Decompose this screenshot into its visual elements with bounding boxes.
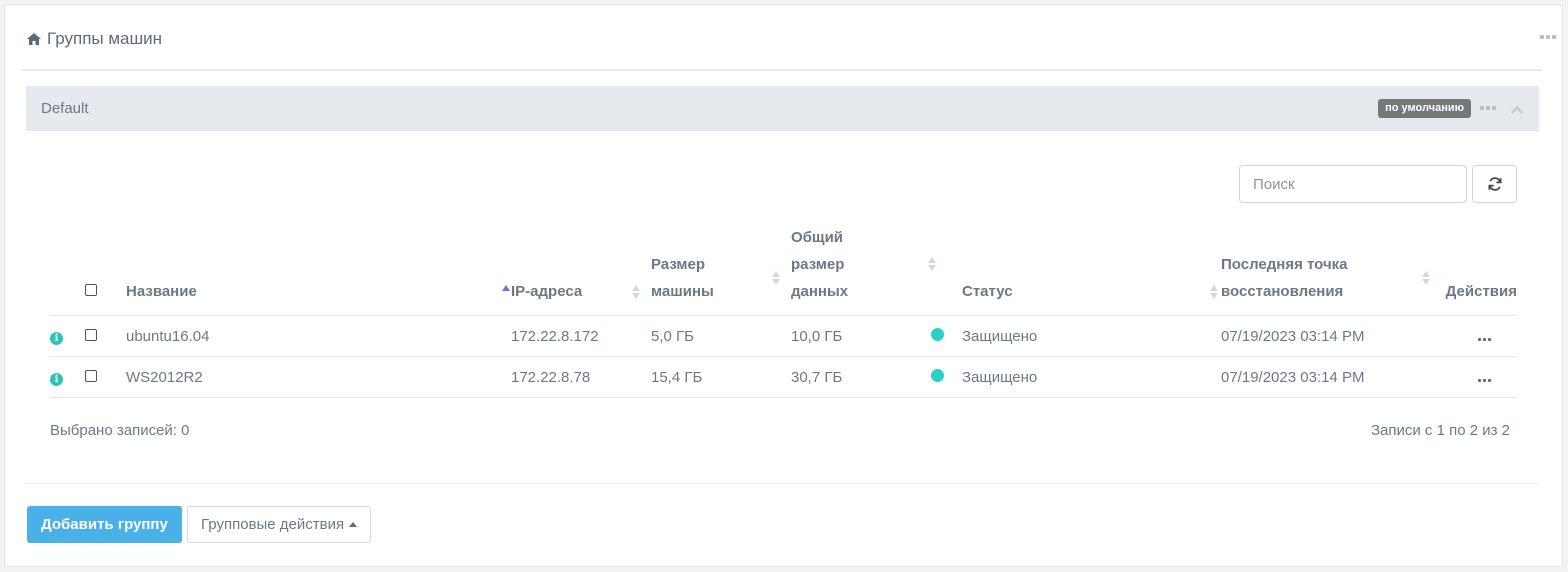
footer-divider: [26, 483, 1539, 484]
sort-asc-icon: [502, 285, 511, 293]
status-dot-icon: [931, 368, 944, 382]
cell-name[interactable]: WS2012R2: [126, 356, 511, 398]
column-status-label: Статус: [962, 283, 1013, 300]
column-name-label: Название: [126, 283, 197, 300]
cell-status: Защищено: [962, 356, 1221, 398]
cell-restore-point: 07/19/2023 03:14 PM: [1221, 356, 1432, 398]
page-title-text: Группы машин: [47, 29, 163, 48]
column-header-restore-point[interactable]: Последняя точка восстановления: [1221, 224, 1432, 316]
group-actions-label: Групповые действия: [201, 516, 345, 533]
status-dot-icon: [931, 327, 944, 341]
cell-status: Защищено: [962, 315, 1221, 357]
page-header: Группы машин: [22, 5, 1556, 71]
group-more-icon[interactable]: [1480, 106, 1496, 110]
group-actions-button[interactable]: Групповые действия: [187, 506, 372, 543]
refresh-icon: [1488, 177, 1501, 191]
row-actions-icon[interactable]: [1478, 337, 1491, 341]
column-restore-label-1: Последняя точка: [1221, 256, 1348, 273]
page-title: Группы машин: [26, 29, 162, 49]
search-input[interactable]: [1239, 165, 1467, 203]
machine-groups-panel: Группы машин Default по умолчанию Поиск …: [4, 4, 1563, 567]
group-name: Default: [41, 100, 89, 117]
column-header-status[interactable]: Статус: [962, 224, 1221, 316]
column-restore-label-2: восстановления: [1221, 283, 1344, 300]
add-group-button[interactable]: Добавить группу: [27, 506, 182, 543]
column-header-data-size[interactable]: Общий размер данных: [791, 224, 936, 316]
row-checkbox[interactable]: [85, 328, 97, 341]
cell-ip: 172.22.8.78: [511, 356, 651, 398]
sort-icon: [1210, 285, 1219, 301]
home-icon: [27, 33, 41, 45]
chevron-up-icon[interactable]: [1511, 104, 1523, 116]
select-all-checkbox[interactable]: [85, 284, 97, 296]
caret-up-icon: [349, 522, 358, 527]
column-data-label-3: данных: [791, 283, 849, 300]
column-data-label-2: размер: [791, 256, 845, 273]
cell-size: 15,4 ГБ: [651, 356, 791, 398]
column-size-label-1: Размер: [651, 256, 706, 273]
cell-size: 5,0 ГБ: [651, 315, 791, 357]
header-status-dot-cell: [931, 224, 962, 316]
column-size-label-2: машины: [651, 283, 714, 300]
sort-icon: [772, 271, 781, 287]
group-bar-default[interactable]: Default по умолчанию: [26, 86, 1539, 131]
records-info: Записи с 1 по 2 из 2: [1370, 422, 1510, 439]
header-checkbox-cell: [85, 224, 126, 316]
default-badge: по умолчанию: [1378, 99, 1471, 118]
table-header-row: Название IP-адреса Размер машины Общий р…: [50, 224, 1517, 316]
sort-icon: [632, 285, 641, 301]
column-ip-label: IP-адреса: [511, 283, 583, 300]
column-actions-label: Действия: [1445, 283, 1517, 300]
column-header-size[interactable]: Размер машины: [651, 224, 791, 316]
cell-data-size: 30,7 ГБ: [791, 356, 931, 398]
info-icon[interactable]: i: [50, 372, 63, 386]
cell-ip: 172.22.8.172: [511, 315, 651, 357]
column-header-ip[interactable]: IP-адреса: [511, 224, 651, 316]
machines-table: Название IP-адреса Размер машины Общий р…: [50, 224, 1517, 398]
column-header-name[interactable]: Название: [126, 224, 511, 316]
cell-restore-point: 07/19/2023 03:14 PM: [1221, 315, 1432, 357]
column-data-label-1: Общий: [791, 229, 844, 246]
header-info-cell: [50, 224, 85, 316]
refresh-button[interactable]: [1472, 165, 1517, 203]
header-more-icon[interactable]: [1540, 35, 1556, 39]
table-row[interactable]: i WS2012R2 172.22.8.78 15,4 ГБ 30,7 ГБ З…: [50, 356, 1517, 398]
sort-icon: [1422, 271, 1431, 287]
cell-name[interactable]: ubuntu16.04: [126, 315, 511, 357]
row-actions-icon[interactable]: [1478, 378, 1491, 382]
cell-data-size: 10,0 ГБ: [791, 315, 931, 357]
selected-count: Выбрано записей: 0: [50, 422, 190, 439]
row-checkbox[interactable]: [85, 369, 97, 382]
column-header-actions: Действия: [1432, 224, 1517, 316]
info-icon[interactable]: i: [50, 331, 63, 345]
table-row[interactable]: i ubuntu16.04 172.22.8.172 5,0 ГБ 10,0 Г…: [50, 315, 1517, 357]
